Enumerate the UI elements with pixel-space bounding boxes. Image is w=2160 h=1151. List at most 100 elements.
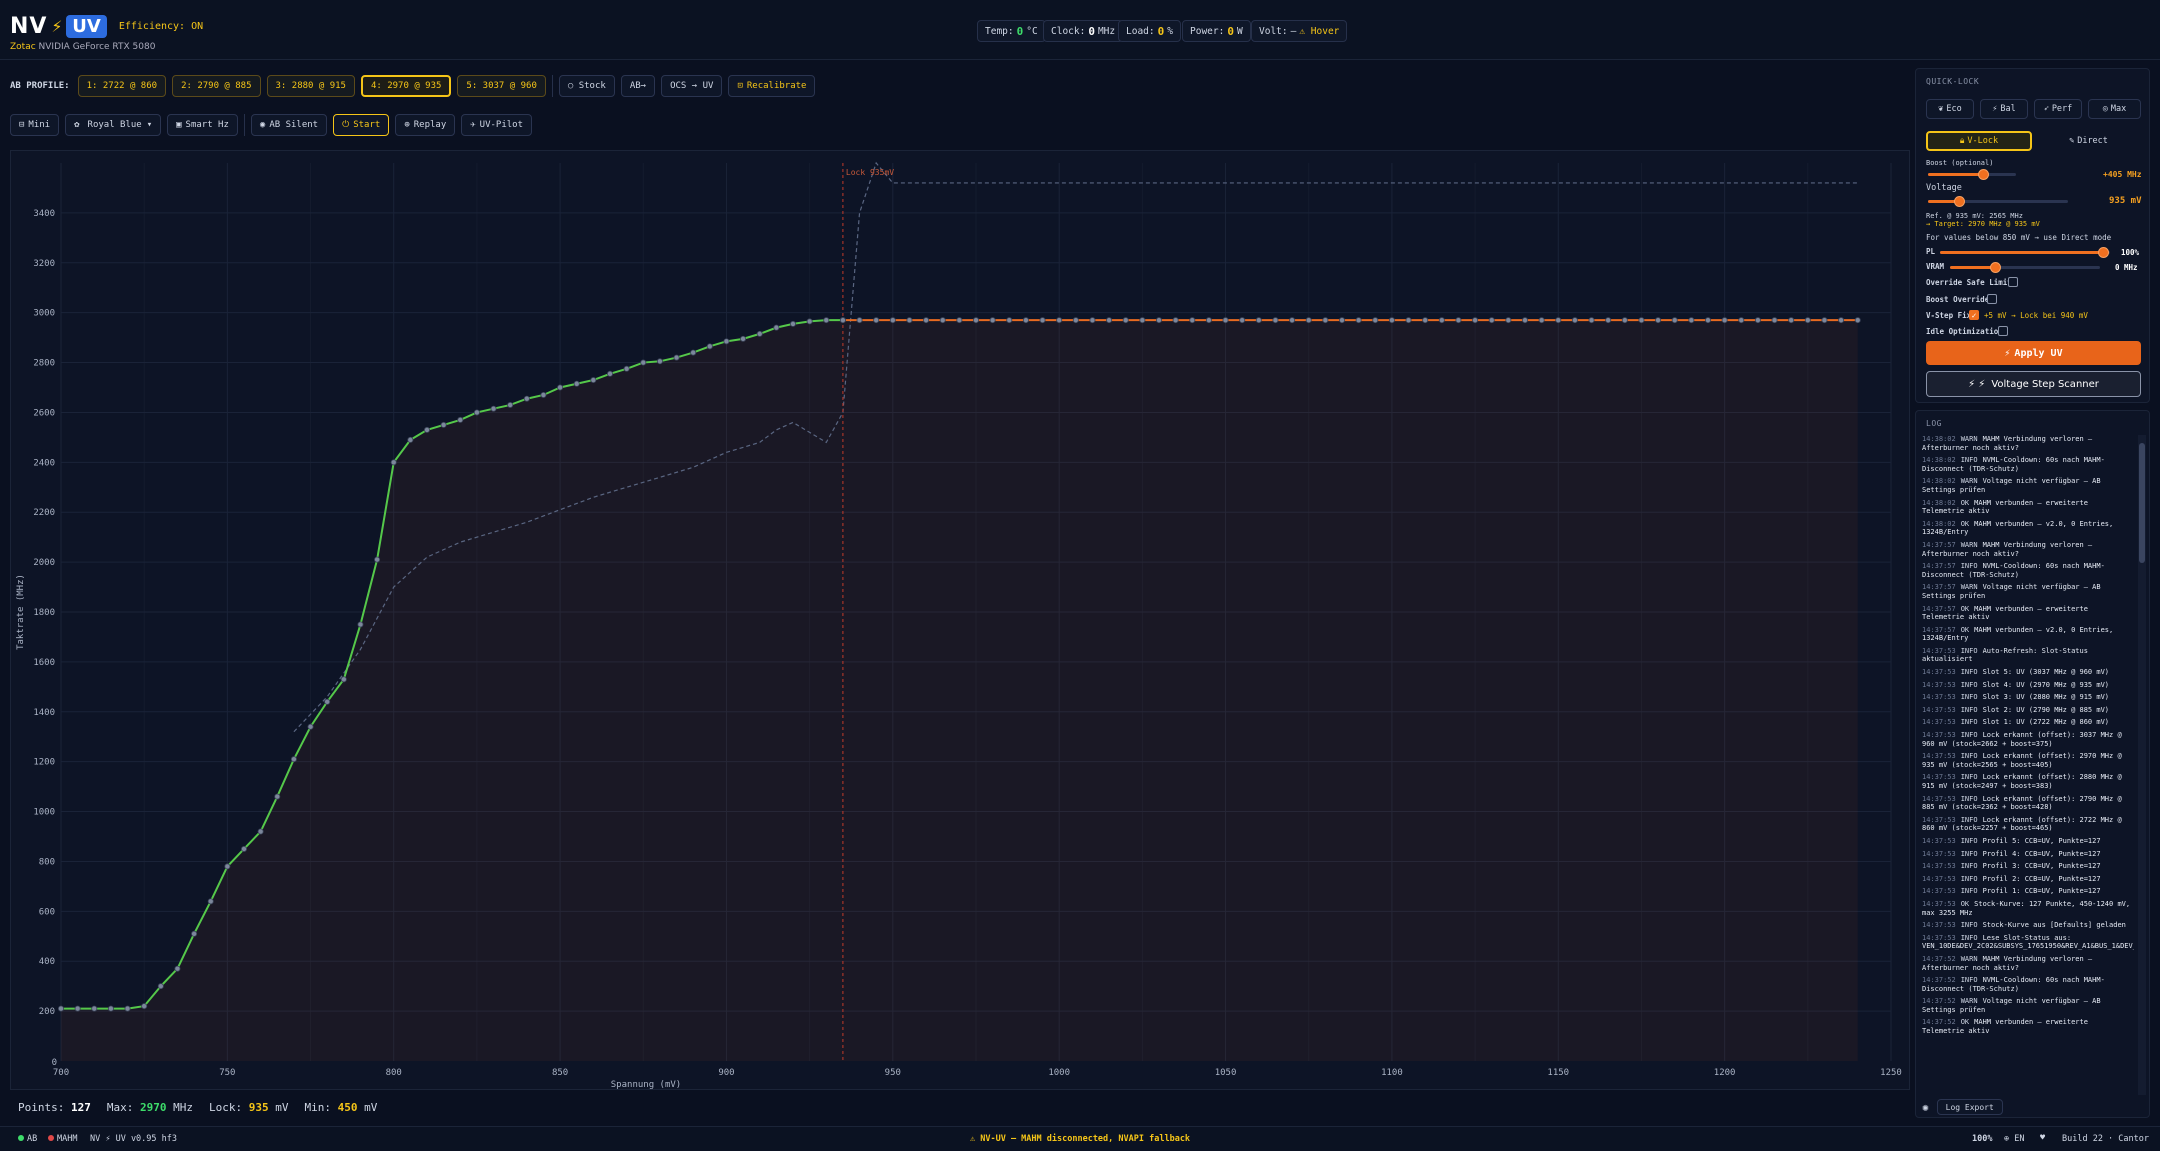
zoom-level[interactable]: 100% <box>1972 1134 1992 1144</box>
vram-slider-knob[interactable] <box>1990 262 2001 273</box>
boost-slider-knob[interactable] <box>1977 169 1989 180</box>
log-entry: 14:37:53 INFO Lock erkannt (offset): 2722 … <box>1922 816 2134 833</box>
curve-point <box>1089 317 1096 324</box>
curve-point <box>340 676 347 683</box>
vf-curve-chart[interactable]: 700 750 800 850 900 950 1000 1050 1100 1150 1200 12… <box>10 150 1910 1090</box>
log-time: 14:37:57 <box>1922 625 1956 634</box>
log-list[interactable]: 14:38:02 WARN MAHM Verbindung verloren — A… <box>1922 435 2134 1095</box>
mode-max-button[interactable]: ◎ Max <box>2088 99 2141 119</box>
log-level: OK <box>1960 625 1970 634</box>
log-scroll-thumb[interactable] <box>2139 443 2145 563</box>
log-level: INFO <box>1960 849 1978 858</box>
heart-icon[interactable]: ♥ <box>2040 1133 2045 1143</box>
curve-point <box>141 1003 148 1010</box>
direct-tab[interactable]: ✎ Direct <box>2036 131 2141 151</box>
uv-pilot-button[interactable]: ✈ UV-Pilot <box>461 114 533 136</box>
profile-slot-5[interactable]: 5: 3037 @ 960 <box>457 75 546 97</box>
log-time: 14:37:53 <box>1922 933 1956 942</box>
curve-point <box>440 421 447 428</box>
log-time: 14:37:52 <box>1922 976 1956 985</box>
mahm-status: MAHM <box>48 1134 77 1144</box>
y-tick-label: 1400 <box>33 708 55 718</box>
stats-bar: Points: 127 Max: 2970 MHz Lock: 935 mV M… <box>10 1096 1910 1118</box>
ab-status-label: AB <box>27 1134 38 1144</box>
curve-point <box>623 365 630 372</box>
log-time: 14:37:53 <box>1922 899 1956 908</box>
override-safe-checkbox[interactable] <box>2008 277 2018 287</box>
mode-perf-button[interactable]: ➶ Perf <box>2034 99 2082 119</box>
log-message: Profil 4: CCB=UV, Punkte=127 <box>1982 849 2101 858</box>
curve-point <box>723 338 730 345</box>
boost-override-checkbox[interactable] <box>1987 294 1997 304</box>
load-readout: Load: 0 % <box>1118 20 1181 42</box>
log-level: WARN <box>1960 540 1978 549</box>
curve-point <box>1006 317 1013 324</box>
divider <box>243 114 245 136</box>
logo-nv: NV <box>10 14 48 39</box>
vf-curve-svg[interactable]: 700 750 800 850 900 950 1000 1050 1100 1150 1200 12… <box>11 151 1911 1091</box>
vstep-fix-checkbox[interactable]: ✓ <box>1969 310 1979 320</box>
curve-point <box>607 370 614 377</box>
curve-point <box>1405 317 1412 324</box>
log-entry: 14:38:02 OK MAHM verbunden — erweiterte Te… <box>1922 499 2134 516</box>
vstep-fix-note: +5 mV → Lock bei 940 mV <box>1984 311 2088 320</box>
log-level: OK <box>1960 899 1970 908</box>
log-entry: 14:37:53 INFO Lese Slot-Status aus: VEN_10… <box>1922 934 2134 951</box>
volt-readout[interactable]: Volt: — ⚠ Hover <box>1251 20 1348 42</box>
log-level: OK <box>1960 604 1970 613</box>
y-tick-label: 600 <box>39 907 55 917</box>
log-message: Profil 2: CCB=UV, Punkte=127 <box>1982 874 2101 883</box>
replay-button[interactable]: ⊕ Replay <box>395 114 456 136</box>
log-entry: 14:37:57 OK MAHM verbunden — v2.0, 0 Entri… <box>1922 626 2134 643</box>
log-level: INFO <box>1960 668 1978 677</box>
curve-point <box>207 898 214 905</box>
log-export-button[interactable]: Log Export <box>1936 1099 2003 1115</box>
voltage-slider-knob[interactable] <box>1953 196 1965 207</box>
curve-point <box>124 1005 131 1012</box>
log-scrollbar[interactable] <box>2138 435 2146 1095</box>
profile-slot-4[interactable]: 4: 2970 @ 935 <box>360 75 452 97</box>
ocs-uv-button[interactable]: OCS → UV <box>661 75 723 97</box>
app-logo: NV ⚡ UV Efficiency: ON <box>10 14 203 39</box>
curve-point <box>1738 317 1745 324</box>
curve-point <box>423 426 430 433</box>
temp-label: Temp: <box>985 25 1014 37</box>
mode-eco-button[interactable]: ❦ Eco <box>1926 99 1974 119</box>
bolt-icon: ⚡ <box>51 16 63 37</box>
y-tick-label: 2600 <box>33 408 55 418</box>
log-level: INFO <box>1960 705 1978 714</box>
ab-toggle-button[interactable]: AB→ <box>620 75 656 97</box>
idle-opt-checkbox[interactable] <box>1998 326 2008 336</box>
stock-button[interactable]: ○ Stock <box>558 75 615 97</box>
mode-bal-button[interactable]: ⚡ Bal <box>1980 99 2028 119</box>
curve-point <box>1555 317 1562 324</box>
curve-point <box>956 317 963 324</box>
pl-slider-knob[interactable] <box>2098 247 2110 258</box>
vlock-tab[interactable]: 🔒︎ V-Lock <box>1926 131 2032 151</box>
ab-silent-button[interactable]: ◉ AB Silent <box>250 114 328 136</box>
points-label: Points: <box>18 1100 65 1114</box>
curve-point <box>1838 317 1845 324</box>
efficiency-status[interactable]: Efficiency: ON <box>119 21 203 32</box>
log-time: 14:37:53 <box>1922 874 1956 883</box>
mini-button[interactable]: ⊟ Mini <box>10 114 60 136</box>
profile-slot-2[interactable]: 2: 2790 @ 885 <box>172 75 261 97</box>
start-button[interactable]: ⏻ Start <box>333 114 390 136</box>
language-selector[interactable]: ⊕ EN <box>2004 1134 2025 1144</box>
voltage-step-scanner-button[interactable]: ⚡ ⚡ Voltage Step Scanner <box>1926 371 2141 397</box>
recalibrate-button[interactable]: ⊡ Recalibrate <box>728 75 816 97</box>
volt-value: — <box>1290 25 1297 37</box>
gpu-model: NVIDIA GeForce RTX 5080 <box>38 42 156 52</box>
x-tick-label: 1000 <box>1048 1068 1070 1078</box>
profile-slot-1[interactable]: 1: 2722 @ 860 <box>77 75 167 97</box>
theme-toggle-icon[interactable]: ✺ <box>1922 1101 1929 1114</box>
smart-hz-button[interactable]: ▣ Smart Hz <box>167 114 238 136</box>
curve-point <box>1754 317 1761 324</box>
apply-uv-button[interactable]: ⚡ Apply UV <box>1926 341 2141 365</box>
theme-select[interactable]: ✿ Royal Blue ▾ <box>65 114 162 136</box>
curve-point <box>1239 317 1246 324</box>
clock-value: 0 <box>1088 24 1095 38</box>
curve-point <box>1472 317 1479 324</box>
curve-point <box>557 384 564 391</box>
profile-slot-3[interactable]: 3: 2880 @ 915 <box>266 75 355 97</box>
